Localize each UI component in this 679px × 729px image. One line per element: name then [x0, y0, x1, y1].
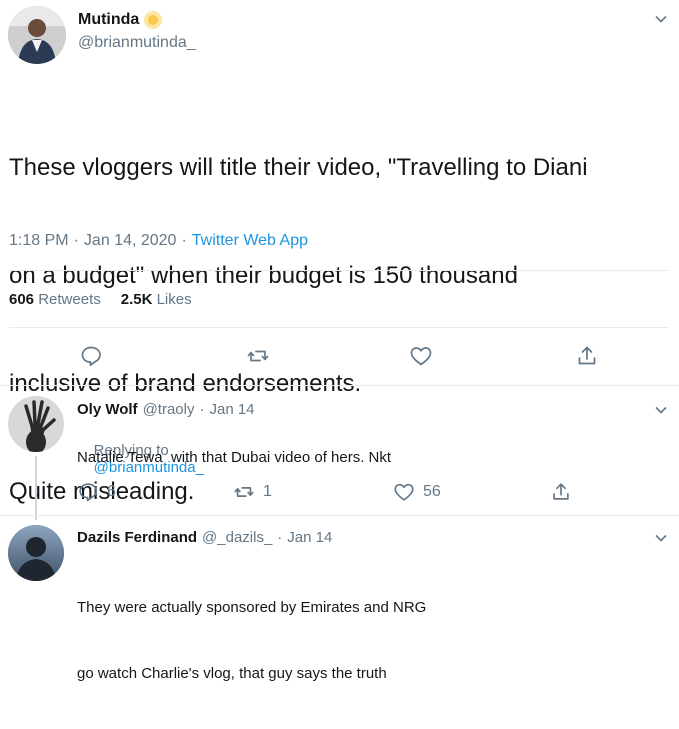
share-button[interactable]	[550, 481, 572, 503]
tweet-text-line: inclusive of brand endorsements.	[9, 370, 362, 397]
separator-dot: ·	[199, 401, 205, 418]
reply-date[interactable]: Jan 14	[287, 529, 332, 546]
divider	[0, 385, 679, 386]
reply-text-line: They were actually sponsored by Emirates…	[77, 599, 427, 616]
separator-dot: ·	[181, 232, 187, 249]
heart-icon	[393, 481, 415, 503]
separator-dot: ·	[73, 232, 79, 249]
chevron-down-icon[interactable]	[654, 12, 668, 26]
retweet-count: 1	[263, 483, 272, 500]
retweet-button[interactable]	[246, 344, 270, 368]
chevron-down-icon[interactable]	[654, 531, 668, 545]
author-username[interactable]: @brianmutinda_	[78, 34, 196, 52]
thread-line	[35, 456, 37, 520]
tweet-text: These vloggers will title their video, "…	[9, 78, 588, 582]
reply-count: 6	[107, 483, 116, 500]
heart-icon	[409, 344, 433, 368]
likes-label: Likes	[156, 291, 192, 308]
reply-username[interactable]: @traoly	[143, 401, 195, 418]
reply-avatar[interactable]	[8, 396, 64, 452]
like-button[interactable]	[409, 344, 433, 368]
retweets-label: Retweets	[38, 291, 101, 308]
tweet-text-line: on a budget" when their budget is 150 th…	[9, 262, 518, 289]
divider	[9, 270, 669, 271]
tweet-time[interactable]: 1:18 PM	[9, 232, 69, 250]
reply-display-name[interactable]: Dazils Ferdinand	[77, 529, 197, 546]
retweet-icon	[246, 344, 270, 368]
chevron-down-icon[interactable]	[654, 403, 668, 417]
likes-count: 2.5K	[120, 291, 153, 308]
reply-text: They were actually sponsored by Emirates…	[77, 553, 426, 729]
reply-icon	[77, 481, 99, 503]
reply-display-name[interactable]: Oly Wolf	[77, 401, 138, 418]
divider	[0, 515, 679, 516]
tweet-stats: 606 Retweets 2.5K Likes	[9, 291, 192, 308]
retweet-icon	[233, 481, 255, 503]
share-icon	[550, 481, 572, 503]
like-count: 56	[423, 483, 441, 500]
share-button[interactable]	[575, 344, 599, 368]
tweet-meta: 1:18 PM · Jan 14, 2020 · Twitter Web App	[9, 232, 308, 250]
reply-text: Natalie Tewa with that Dubai video of he…	[77, 449, 392, 466]
reply-date[interactable]: Jan 14	[209, 401, 254, 418]
reply-button[interactable]	[79, 344, 103, 368]
reply-avatar[interactable]	[8, 525, 64, 581]
like-button[interactable]: 56	[393, 481, 441, 503]
reply-username[interactable]: @_dazils_	[202, 529, 272, 546]
retweet-button[interactable]: 1	[233, 481, 272, 503]
separator-dot: ·	[277, 529, 283, 546]
likes-stat[interactable]: 2.5K Likes	[121, 291, 192, 308]
tweet-source-link[interactable]: Twitter Web App	[192, 232, 308, 250]
share-icon	[575, 344, 599, 368]
divider	[9, 327, 669, 328]
author-avatar[interactable]	[8, 6, 66, 64]
reply-icon	[79, 344, 103, 368]
tweet-text-line: These vloggers will title their video, "…	[9, 154, 588, 181]
retweets-stat[interactable]: 606 Retweets	[9, 291, 101, 308]
reply-button[interactable]: 6	[77, 481, 116, 503]
reply-text-line: go watch Charlie's vlog, that guy says t…	[77, 665, 387, 682]
author-display-name[interactable]: Mutinda	[78, 11, 139, 29]
sun-emoji-icon	[143, 10, 163, 30]
retweets-count: 606	[9, 291, 35, 308]
tweet-date[interactable]: Jan 14, 2020	[84, 232, 177, 250]
